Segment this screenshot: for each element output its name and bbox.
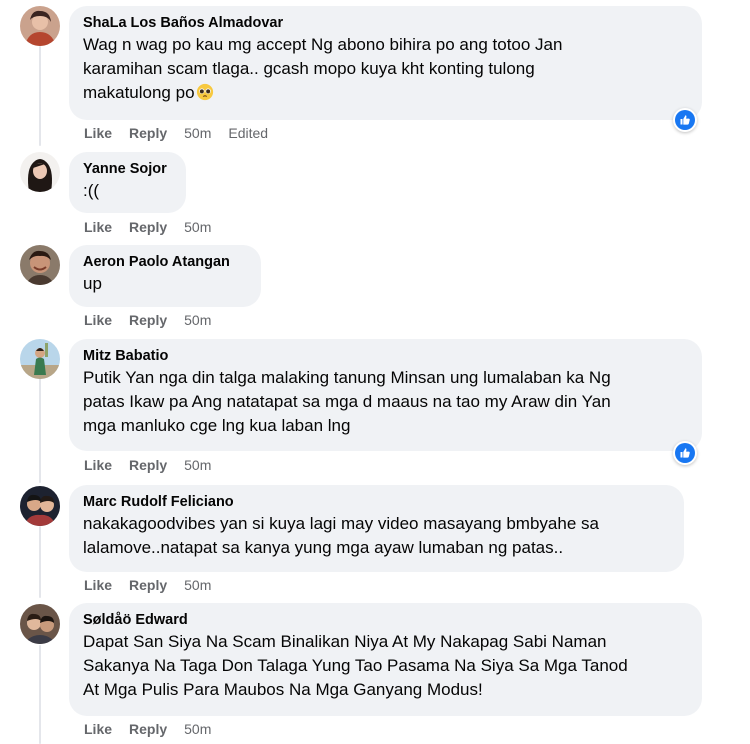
comment-actions: Like Reply 50m bbox=[84, 456, 228, 474]
comment-text: nakakagoodvibes yan si kuya lagi may vid… bbox=[83, 514, 599, 557]
avatar[interactable] bbox=[20, 604, 60, 644]
pleading-face-icon bbox=[196, 83, 213, 101]
comment-actions: Like Reply 50m bbox=[84, 218, 228, 236]
comment-text-body: Wag n wag po kau mg accept Ng abono bihi… bbox=[83, 35, 563, 102]
avatar-photo bbox=[20, 245, 60, 285]
comment-text: up bbox=[83, 274, 102, 293]
comment-timestamp[interactable]: 50m bbox=[184, 124, 211, 142]
thread-line bbox=[39, 378, 41, 483]
comment-bubble: Marc Rudolf Feliciano nakakagoodvibes ya… bbox=[69, 485, 684, 572]
comment-author[interactable]: Søldåö Edward bbox=[83, 611, 688, 630]
comment-timestamp[interactable]: 50m bbox=[184, 311, 211, 329]
comment-author[interactable]: Aeron Paolo Atangan bbox=[83, 253, 247, 272]
reply-button[interactable]: Reply bbox=[129, 124, 167, 142]
avatar-photo bbox=[20, 604, 60, 644]
reply-button[interactable]: Reply bbox=[129, 218, 167, 236]
like-button[interactable]: Like bbox=[84, 311, 112, 329]
comment-text: Wag n wag po kau mg accept Ng abono bihi… bbox=[83, 33, 688, 105]
avatar-photo bbox=[20, 486, 60, 526]
thread-line bbox=[39, 526, 41, 598]
comment-actions: Like Reply 50m Edited bbox=[84, 124, 268, 142]
comment-timestamp[interactable]: 50m bbox=[184, 576, 211, 594]
like-button[interactable]: Like bbox=[84, 720, 112, 738]
like-button[interactable]: Like bbox=[84, 456, 112, 474]
thumbs-up-icon bbox=[675, 110, 695, 130]
avatar-photo bbox=[20, 339, 60, 379]
comment-author[interactable]: Yanne Sojor bbox=[83, 160, 172, 179]
comment-actions: Like Reply 50m bbox=[84, 576, 228, 594]
comment-author[interactable]: Mitz Babatio bbox=[83, 347, 688, 366]
thumbs-up-icon bbox=[675, 443, 695, 463]
edited-label[interactable]: Edited bbox=[228, 124, 268, 142]
thread-line bbox=[39, 46, 41, 146]
avatar-photo bbox=[20, 6, 60, 46]
comment-text: :(( bbox=[83, 181, 100, 200]
like-button[interactable]: Like bbox=[84, 576, 112, 594]
comment-actions: Like Reply 50m bbox=[84, 720, 228, 738]
comment-text: Putik Yan nga din talga malaking tanung … bbox=[83, 368, 611, 435]
avatar-photo bbox=[20, 152, 60, 192]
comment-actions: Like Reply 50m bbox=[84, 311, 228, 329]
reaction-count[interactable] bbox=[673, 441, 697, 465]
comment-author[interactable]: ShaLa Los Baños Almadovar bbox=[83, 14, 688, 33]
reply-button[interactable]: Reply bbox=[129, 720, 167, 738]
comment-bubble: Mitz Babatio Putik Yan nga din talga mal… bbox=[69, 339, 702, 451]
avatar[interactable] bbox=[20, 6, 60, 46]
like-button[interactable]: Like bbox=[84, 218, 112, 236]
avatar[interactable] bbox=[20, 152, 60, 192]
reply-button[interactable]: Reply bbox=[129, 311, 167, 329]
comment-bubble: Aeron Paolo Atangan up bbox=[69, 245, 261, 307]
comment-bubble: ShaLa Los Baños Almadovar Wag n wag po k… bbox=[69, 6, 702, 120]
reply-button[interactable]: Reply bbox=[129, 576, 167, 594]
comment-timestamp[interactable]: 50m bbox=[184, 720, 211, 738]
thread-line bbox=[39, 645, 41, 744]
avatar[interactable] bbox=[20, 339, 60, 379]
avatar[interactable] bbox=[20, 486, 60, 526]
comment-timestamp[interactable]: 50m bbox=[184, 456, 211, 474]
comment-text: Dapat San Siya Na Scam Binalikan Niya At… bbox=[83, 632, 628, 699]
comment-bubble: Søldåö Edward Dapat San Siya Na Scam Bin… bbox=[69, 603, 702, 716]
reaction-count[interactable] bbox=[673, 108, 697, 132]
comment-bubble: Yanne Sojor :(( bbox=[69, 152, 186, 213]
comment-author[interactable]: Marc Rudolf Feliciano bbox=[83, 493, 670, 512]
like-button[interactable]: Like bbox=[84, 124, 112, 142]
avatar[interactable] bbox=[20, 245, 60, 285]
comment-timestamp[interactable]: 50m bbox=[184, 218, 211, 236]
reply-button[interactable]: Reply bbox=[129, 456, 167, 474]
